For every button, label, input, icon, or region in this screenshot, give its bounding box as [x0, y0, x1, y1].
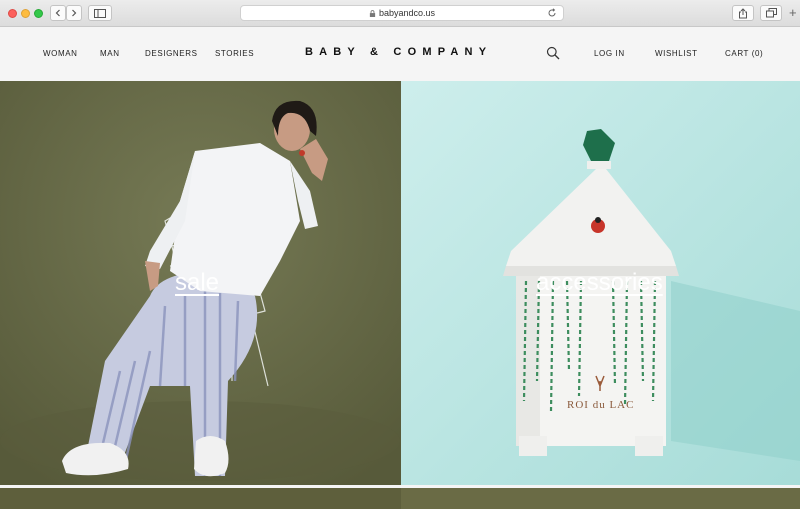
address-bar[interactable]: babyandco.us — [240, 5, 564, 21]
next-section-right — [401, 485, 800, 509]
new-tab-button[interactable]: + — [789, 6, 797, 19]
site-header: WOMAN MAN DESIGNERS STORIES BABY & COMPA… — [0, 27, 800, 81]
nav-man[interactable]: MAN — [100, 49, 120, 58]
forward-button[interactable] — [66, 5, 82, 21]
nav-stories[interactable]: STORIES — [215, 49, 254, 58]
jar-brand-mark: ROI du LAC — [567, 399, 635, 411]
chevron-right-icon — [72, 9, 77, 17]
chevron-left-icon — [55, 9, 60, 17]
share-icon — [739, 7, 747, 18]
next-section-preview — [0, 485, 800, 509]
log-in-link[interactable]: LOG IN — [594, 49, 625, 58]
close-window-button[interactable] — [8, 9, 17, 18]
cart-link[interactable]: CART (0) — [725, 49, 763, 58]
minimize-window-button[interactable] — [21, 9, 30, 18]
search-icon[interactable] — [546, 46, 560, 60]
accessories-link[interactable]: accessories — [536, 269, 663, 297]
accessories-banner[interactable]: accessories ROI du LAC — [401, 81, 800, 485]
browser-toolbar: babyandco.us + — [0, 0, 800, 27]
sale-link[interactable]: sale — [175, 269, 219, 297]
share-button[interactable] — [732, 5, 754, 21]
wishlist-link[interactable]: WISHLIST — [655, 49, 698, 58]
nav-woman[interactable]: WOMAN — [43, 49, 78, 58]
lock-icon — [369, 9, 376, 17]
next-section-left — [0, 485, 401, 509]
section-divider — [0, 485, 800, 488]
sidebar-icon — [94, 8, 106, 18]
url-text: babyandco.us — [378, 8, 436, 18]
sale-banner[interactable]: sale — [0, 81, 401, 485]
back-button[interactable] — [50, 5, 66, 21]
nav-designers[interactable]: DESIGNERS — [145, 49, 198, 58]
zoom-window-button[interactable] — [34, 9, 43, 18]
sidebar-toggle-button[interactable] — [88, 5, 112, 21]
reload-icon[interactable] — [547, 8, 557, 18]
tabs-icon — [765, 8, 777, 18]
site-logo[interactable]: BABY & COMPANY — [305, 46, 495, 58]
show-tabs-button[interactable] — [760, 5, 782, 21]
